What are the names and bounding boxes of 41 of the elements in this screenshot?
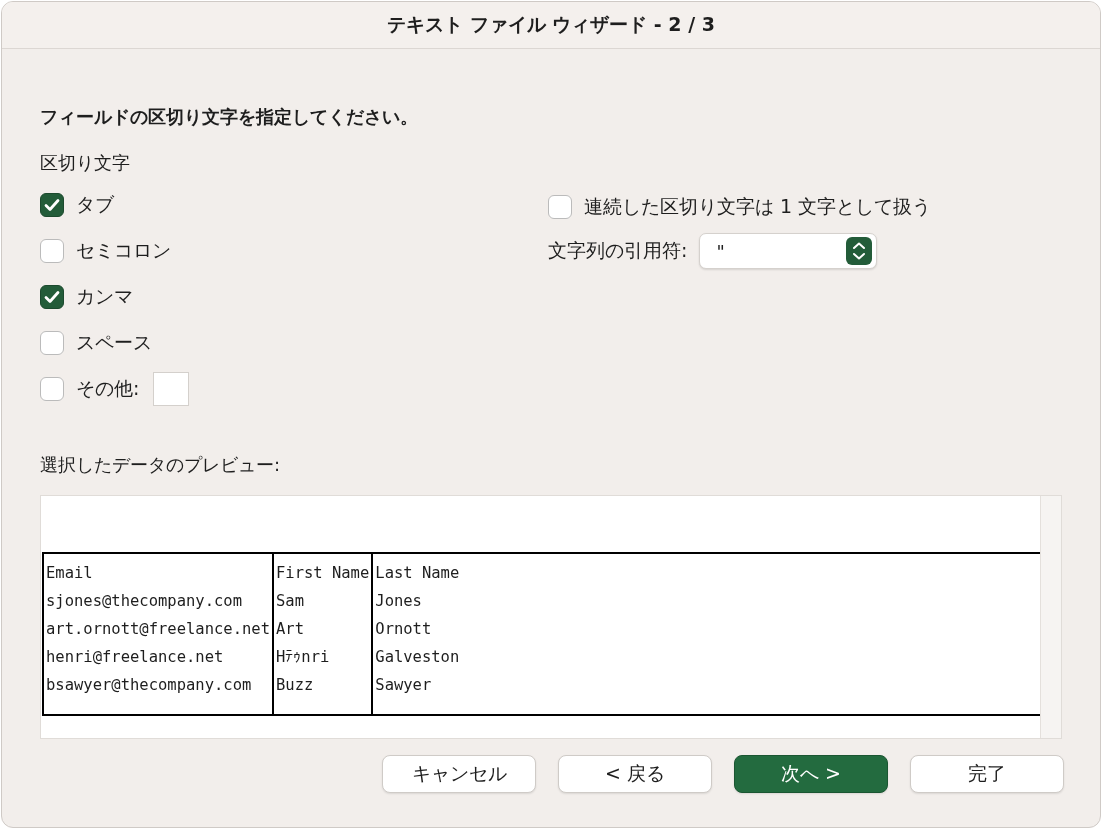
table-cell-text: Last Name <box>375 563 461 584</box>
checkbox-label: その他: <box>76 376 140 401</box>
table-cell-text: Art <box>275 619 305 640</box>
checkbox[interactable] <box>40 377 64 401</box>
table-cell-text: Email <box>46 563 94 584</box>
instruction-text: フィールドの区切り文字を指定してください。 <box>40 105 419 129</box>
table-cell-text: Sam <box>275 591 305 612</box>
checkbox-label: タブ <box>76 192 114 217</box>
table-cell-text: Buzz <box>275 675 315 696</box>
stepper-icon <box>846 237 873 265</box>
table-cell-text: Sawyer <box>375 675 433 696</box>
checkbox[interactable] <box>40 193 64 217</box>
table-cell-text: sjones@thecompany.com <box>46 591 243 612</box>
checkbox-label: セミコロン <box>76 238 171 263</box>
window-title: テキスト ファイル ウィザード - 2 / 3 <box>387 12 715 37</box>
checkmark-icon <box>44 198 60 212</box>
table-cell-text: art.ornott@freelance.net <box>46 619 270 640</box>
dialog-button[interactable]: < 戻る <box>558 755 712 793</box>
table-cell-text: First Name <box>275 563 370 584</box>
table-cell-text: bsawyer@thecompany.com <box>46 675 253 696</box>
section-heading: 区切り文字 <box>40 151 131 175</box>
dialog-button[interactable]: キャンセル <box>382 755 536 793</box>
input-field[interactable] <box>153 372 190 406</box>
table-cell-text: Hﾃｩnri <box>275 647 331 668</box>
checkbox[interactable] <box>40 239 64 263</box>
dialog-button[interactable]: 完了 <box>910 755 1064 793</box>
table-cell-text: Galveston <box>375 647 461 668</box>
checkmark-icon <box>44 290 60 304</box>
section-heading: 選択したデータのプレビュー: <box>40 453 282 477</box>
checkbox-label: 連続した区切り文字は 1 文字として扱う <box>584 194 932 219</box>
table-cell-text: Ornott <box>375 619 433 640</box>
checkbox[interactable] <box>40 285 64 309</box>
checkbox[interactable] <box>40 331 64 355</box>
dialog-button[interactable]: 次へ > <box>734 755 888 793</box>
table-cell-text: Jones <box>375 591 423 612</box>
checkbox-label: スペース <box>76 330 152 355</box>
checkbox[interactable] <box>548 195 572 219</box>
field-label: 文字列の引用符: <box>548 238 688 263</box>
table-cell-text: henri@freelance.net <box>46 647 225 668</box>
checkbox-label: カンマ <box>76 284 133 309</box>
qualifier-dropdown[interactable]: " <box>699 233 878 269</box>
